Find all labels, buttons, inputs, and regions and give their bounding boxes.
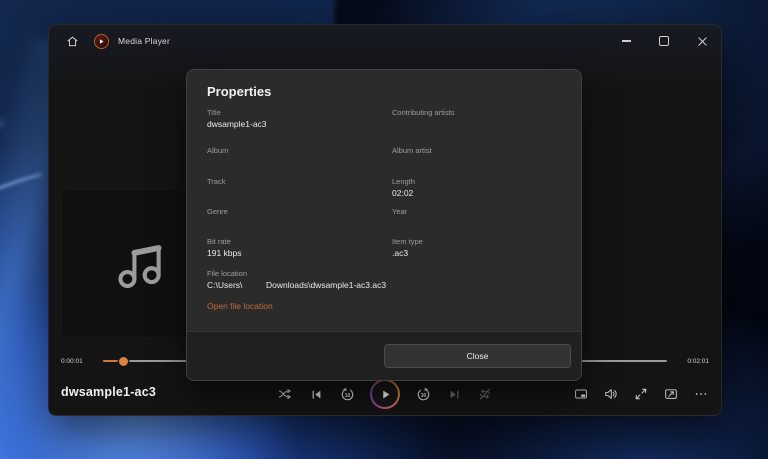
play-button-inner — [372, 381, 398, 407]
field-label: Album artist — [392, 145, 572, 156]
titlebar[interactable]: Media Player — [49, 25, 721, 57]
field-label: Title — [207, 107, 387, 118]
dialog-title: Properties — [207, 84, 271, 99]
field-file-location: File location C:\Users\ Downloads\dwsamp… — [207, 268, 567, 293]
mini-player-icon — [574, 387, 588, 401]
field-item-type: Item type .ac3 — [392, 236, 572, 261]
next-button[interactable] — [446, 386, 462, 402]
play-button[interactable] — [370, 379, 400, 409]
previous-icon — [310, 388, 323, 401]
rewind-10-button[interactable]: 10 — [339, 386, 355, 402]
field-label: Item type — [392, 236, 572, 247]
field-track: Track — [207, 176, 387, 187]
rewind-10-icon: 10 — [340, 387, 355, 402]
field-label: Year — [392, 206, 572, 217]
dialog-footer: Close — [187, 331, 581, 380]
elapsed-time: 0:00:01 — [61, 358, 95, 365]
app-logo-icon — [94, 34, 109, 49]
cast-button[interactable] — [663, 386, 679, 402]
field-year: Year — [392, 206, 572, 217]
field-label: Album — [207, 145, 387, 156]
screen: Media Player — [0, 0, 768, 459]
close-dialog-button[interactable]: Close — [384, 344, 571, 368]
volume-icon — [604, 387, 618, 401]
music-note-icon — [110, 233, 172, 295]
seek-fill — [103, 360, 120, 362]
field-length: Length 02:02 — [392, 176, 572, 201]
window-controls — [607, 25, 721, 57]
field-label: Track — [207, 176, 387, 187]
field-value: C:\Users\ Downloads\dwsample1-ac3.ac3 — [207, 279, 567, 293]
volume-button[interactable] — [603, 386, 619, 402]
shuffle-icon — [278, 387, 292, 401]
field-value: 191 kbps — [207, 247, 387, 261]
field-contributing-artists: Contributing artists — [392, 107, 572, 118]
field-label: File location — [207, 268, 567, 279]
total-time: 0:02:01 — [675, 358, 709, 365]
field-genre: Genre — [207, 206, 387, 217]
field-label: Genre — [207, 206, 387, 217]
app-title: Media Player — [118, 36, 170, 46]
maximize-icon — [659, 36, 669, 46]
close-window-button[interactable] — [683, 25, 721, 57]
seek-thumb[interactable] — [119, 357, 128, 366]
more-options-icon — [694, 387, 708, 401]
play-icon — [380, 389, 391, 400]
shuffle-button[interactable] — [277, 386, 293, 402]
close-icon — [698, 37, 707, 46]
media-player-window: Media Player — [48, 24, 722, 416]
maximize-button[interactable] — [645, 25, 683, 57]
field-label: Length — [392, 176, 572, 187]
fullscreen-button[interactable] — [633, 386, 649, 402]
field-bit-rate: Bit rate 191 kbps — [207, 236, 387, 261]
secondary-controls — [573, 373, 709, 415]
field-label: Contributing artists — [392, 107, 572, 118]
next-icon — [448, 388, 461, 401]
home-button[interactable] — [61, 30, 83, 52]
field-label: Bit rate — [207, 236, 387, 247]
forward-30-icon: 30 — [416, 387, 431, 402]
field-value: 02:02 — [392, 187, 572, 201]
repeat-off-icon — [478, 387, 492, 401]
open-file-location-link[interactable]: Open file location — [207, 301, 273, 311]
more-options-button[interactable] — [693, 386, 709, 402]
field-title: Title dwsample1-ac3 — [207, 107, 387, 132]
svg-text:30: 30 — [420, 392, 426, 398]
cast-icon — [664, 387, 678, 401]
mini-player-button[interactable] — [573, 386, 589, 402]
home-icon — [66, 35, 79, 48]
svg-text:10: 10 — [344, 392, 350, 398]
previous-button[interactable] — [308, 386, 324, 402]
field-album: Album — [207, 145, 387, 156]
field-album-artist: Album artist — [392, 145, 572, 156]
field-value: .ac3 — [392, 247, 572, 261]
forward-30-button[interactable]: 30 — [415, 386, 431, 402]
field-value: dwsample1-ac3 — [207, 118, 387, 132]
properties-dialog: Properties Title dwsample1-ac3 Contribut… — [186, 69, 582, 381]
minimize-button[interactable] — [607, 25, 645, 57]
minimize-icon — [622, 40, 631, 41]
fullscreen-icon — [634, 387, 648, 401]
repeat-button[interactable] — [477, 386, 493, 402]
